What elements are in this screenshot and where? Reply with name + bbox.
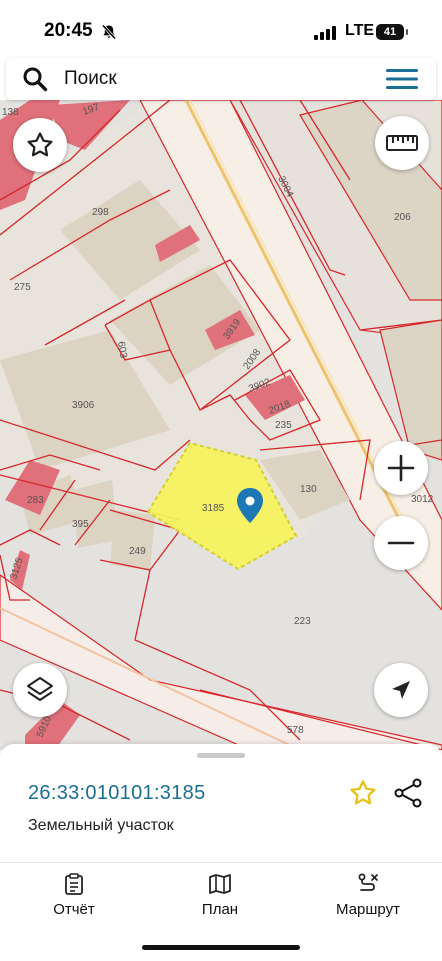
zoom-in-button[interactable]: [374, 441, 428, 495]
map-label: 283: [27, 495, 44, 506]
report-icon: [65, 873, 83, 895]
cadastral-map[interactable]: 138 197 298 275 603 3919 2008 3902 2018 …: [0, 100, 442, 750]
battery-cap: [406, 29, 408, 35]
map-label: 249: [129, 546, 146, 557]
map-label: 235: [275, 420, 292, 431]
route-icon: [358, 873, 378, 891]
map-label: 298: [92, 207, 109, 218]
parcel-info-sheet[interactable]: 26:33:010101:3185 Земельный участок: [0, 744, 442, 864]
favorite-star-icon[interactable]: [348, 778, 378, 808]
zoom-out-button[interactable]: [374, 516, 428, 570]
cellular-signal-icon: [314, 26, 336, 40]
ruler-button[interactable]: [375, 116, 429, 170]
map-canvas[interactable]: 138 197 298 275 603 3919 2008 3902 2018 …: [0, 100, 442, 750]
map-label: 223: [294, 616, 311, 627]
sheet-drag-handle[interactable]: [197, 753, 245, 758]
ruler-icon: [386, 135, 418, 151]
layers-button[interactable]: [13, 663, 67, 717]
map-label: 275: [14, 282, 31, 293]
navigation-arrow-icon: [392, 681, 410, 699]
search-icon[interactable]: [22, 66, 48, 92]
home-indicator[interactable]: [142, 945, 300, 950]
tab-plan-label: План: [201, 901, 239, 918]
bell-muted-icon: [101, 24, 117, 40]
favorite-map-button[interactable]: [13, 118, 67, 172]
map-label: 578: [287, 725, 304, 736]
map-label: 206: [394, 212, 411, 223]
map-label: 3906: [72, 400, 95, 411]
layers-icon: [27, 677, 53, 701]
map-plan-icon: [209, 874, 231, 894]
tab-plan[interactable]: План: [160, 873, 280, 918]
search-input[interactable]: Поиск: [64, 68, 117, 90]
share-icon[interactable]: [393, 778, 423, 808]
map-label: 130: [300, 484, 317, 495]
network-type: LTE: [345, 22, 375, 39]
minus-icon: [387, 541, 415, 545]
my-location-button[interactable]: [374, 663, 428, 717]
map-label: 3185: [202, 503, 225, 514]
tab-report[interactable]: Отчёт: [14, 873, 134, 918]
search-bar[interactable]: Поиск: [6, 58, 436, 100]
map-label: 395: [72, 519, 89, 530]
star-outline-icon: [27, 132, 53, 157]
tab-route[interactable]: Маршрут: [308, 873, 428, 918]
hamburger-menu-icon[interactable]: [386, 67, 418, 91]
status-bar: 20:45 LTE 41: [0, 0, 442, 56]
cadastral-number: 26:33:010101:3185: [28, 782, 206, 804]
status-time: 20:45: [44, 20, 93, 41]
map-label: 138: [2, 107, 19, 118]
map-label: 3012: [411, 494, 434, 505]
battery-indicator: 41: [376, 24, 404, 40]
plus-icon: [387, 454, 415, 482]
tab-report-label: Отчёт: [53, 901, 95, 918]
land-type-label: Земельный участок: [28, 817, 174, 834]
bottom-tab-bar: Отчёт План Маршрут: [0, 862, 442, 961]
tab-route-label: Маршрут: [336, 901, 400, 918]
